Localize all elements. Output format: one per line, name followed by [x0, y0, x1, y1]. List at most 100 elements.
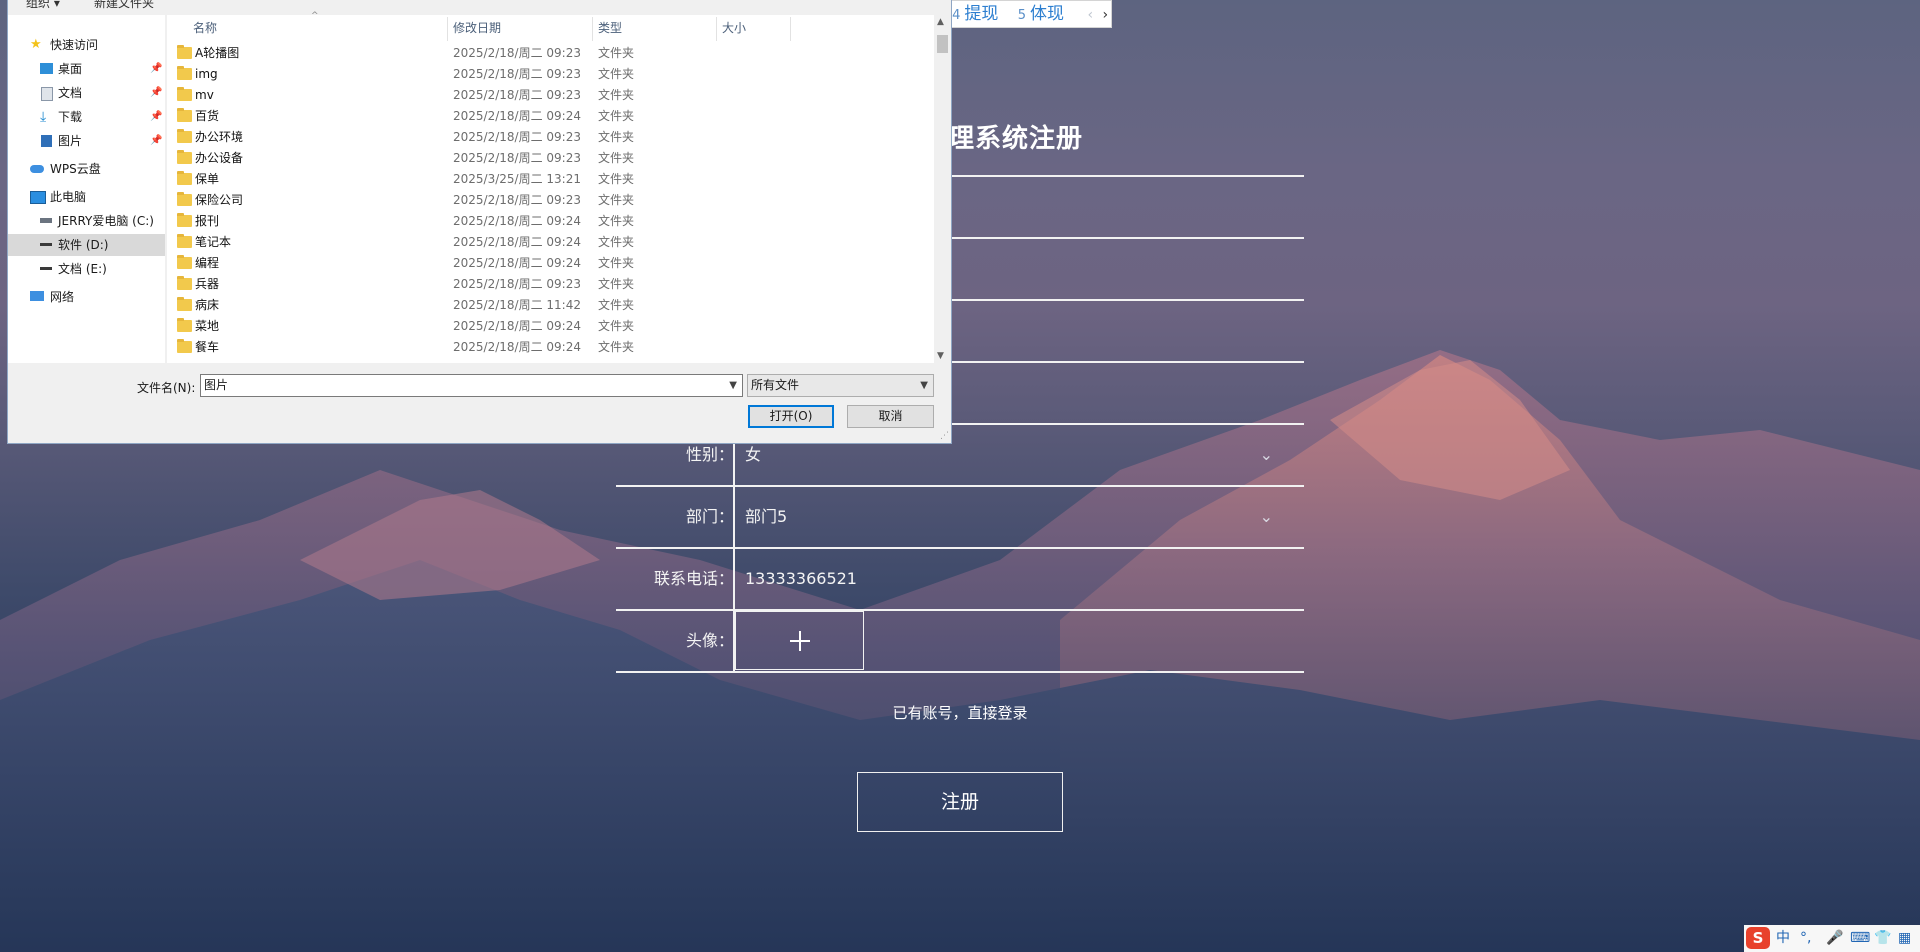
file-modified-date: 2025/2/18/周二 09:24 — [453, 235, 581, 249]
file-modified-date: 2025/2/18/周二 09:23 — [453, 67, 581, 81]
file-row[interactable]: 保单 2025/3/25/周二 13:21 文件夹 — [167, 169, 927, 190]
nav-network[interactable]: 网络 — [8, 286, 165, 308]
file-modified-date: 2025/2/18/周二 09:24 — [453, 340, 581, 354]
nav-wps-cloud[interactable]: WPS云盘 — [8, 158, 165, 180]
column-separator[interactable] — [790, 17, 791, 41]
column-header-type[interactable]: 类型 — [598, 15, 622, 41]
file-modified-date: 2025/2/18/周二 09:24 — [453, 256, 581, 270]
new-folder-button[interactable]: 新建文件夹 — [94, 0, 154, 11]
cloud-icon — [30, 165, 44, 173]
file-row[interactable]: 病床 2025/2/18/周二 11:42 文件夹 — [167, 295, 927, 316]
drive-icon — [40, 218, 52, 223]
chevron-down-icon[interactable]: ▼ — [729, 375, 737, 396]
microphone-icon[interactable]: 🎤 — [1826, 925, 1843, 952]
open-button[interactable]: 打开(O) — [748, 405, 834, 428]
resize-grip-icon[interactable]: ⋰ — [940, 431, 949, 441]
nav-quick-access[interactable]: ★ 快速访问 — [8, 34, 165, 56]
file-row[interactable]: 办公环境 2025/2/18/周二 09:23 文件夹 — [167, 127, 927, 148]
skin-icon[interactable]: 👕 — [1874, 925, 1891, 952]
file-row[interactable]: 笔记本 2025/2/18/周二 09:24 文件夹 — [167, 232, 927, 253]
scroll-down-icon[interactable]: ▼ — [937, 351, 944, 361]
department-select[interactable]: 部门5 ⌄ — [745, 487, 1285, 547]
phone-input[interactable]: 13333366521 — [745, 549, 1285, 609]
column-header-name[interactable]: 名称 — [193, 15, 217, 41]
nav-documents[interactable]: 文档 📌 — [8, 82, 165, 104]
network-icon — [30, 291, 44, 301]
nav-label: JERRY爱电脑 (C:) — [58, 214, 154, 228]
file-row[interactable]: mv 2025/2/18/周二 09:23 文件夹 — [167, 85, 927, 106]
ime-candidate[interactable]: 5 体现 — [1018, 1, 1064, 29]
filename-input[interactable]: 图片 ▼ — [200, 374, 743, 397]
column-separator[interactable] — [592, 17, 593, 41]
ime-candidate[interactable]: 4 提现 — [952, 1, 998, 29]
pin-icon: 📌 — [150, 111, 163, 122]
ime-prev-icon[interactable]: ‹ — [1087, 2, 1093, 28]
file-type-value: 所有文件 — [751, 378, 800, 392]
file-row[interactable]: 百货 2025/2/18/周二 09:24 文件夹 — [167, 106, 927, 127]
file-row[interactable]: A轮播图 2025/2/18/周二 09:23 文件夹 — [167, 43, 927, 64]
nav-this-pc[interactable]: 此电脑 — [8, 186, 165, 208]
file-name: 餐车 — [195, 340, 220, 354]
keyboard-icon[interactable]: ⌨ — [1850, 925, 1870, 952]
file-type: 文件夹 — [598, 298, 635, 312]
file-row[interactable]: 办公设备 2025/2/18/周二 09:23 文件夹 — [167, 148, 927, 169]
register-button[interactable]: 注册 — [857, 772, 1063, 832]
file-row[interactable]: 兵器 2025/2/18/周二 09:23 文件夹 — [167, 274, 927, 295]
file-modified-date: 2025/2/18/周二 09:23 — [453, 193, 581, 207]
nav-desktop[interactable]: 桌面 📌 — [8, 58, 165, 80]
column-header-modified[interactable]: 修改日期 — [453, 15, 501, 41]
ime-language-toggle[interactable]: 中 — [1776, 925, 1790, 952]
login-link[interactable]: 已有账号，直接登录 — [860, 702, 1060, 723]
nav-label: 此电脑 — [50, 190, 87, 204]
cancel-button[interactable]: 取消 — [847, 405, 934, 428]
folder-icon — [177, 129, 192, 143]
sogou-logo-icon[interactable]: S — [1746, 927, 1770, 949]
file-row[interactable]: img 2025/2/18/周二 09:23 文件夹 — [167, 64, 927, 85]
file-type: 文件夹 — [598, 109, 635, 123]
scroll-up-icon[interactable]: ▲ — [937, 17, 944, 27]
department-value: 部门5 — [745, 507, 788, 526]
chevron-down-icon: ▼ — [920, 380, 928, 391]
download-icon: ⤓ — [40, 109, 47, 125]
file-list: ^ 名称 修改日期 类型 大小 A轮播图 2025/2/18/周二 09:23 文件… — [167, 11, 939, 363]
file-row[interactable]: 报刊 2025/2/18/周二 09:24 文件夹 — [167, 211, 927, 232]
nav-drive-e[interactable]: 文档 (E:) — [8, 258, 165, 280]
nav-downloads[interactable]: ⤓ 下载 📌 — [8, 106, 165, 128]
folder-icon — [177, 276, 192, 290]
folder-icon — [177, 255, 192, 269]
file-type: 文件夹 — [598, 277, 635, 291]
folder-icon — [177, 192, 192, 206]
column-separator[interactable] — [716, 17, 717, 41]
vertical-scrollbar[interactable]: ▲ ▼ — [934, 15, 951, 363]
column-separator[interactable] — [447, 17, 448, 41]
form-divider — [616, 671, 1304, 673]
toolbox-icon[interactable]: ▦ — [1898, 925, 1911, 952]
ime-next-icon[interactable]: › — [1102, 2, 1108, 28]
file-modified-date: 2025/2/18/周二 09:23 — [453, 130, 581, 144]
pictures-icon — [41, 135, 52, 147]
file-type: 文件夹 — [598, 256, 635, 270]
computer-icon — [30, 191, 46, 204]
file-modified-date: 2025/3/25/周二 13:21 — [453, 172, 581, 186]
file-row[interactable]: 菜地 2025/2/18/周二 09:24 文件夹 — [167, 316, 927, 337]
file-row[interactable]: 餐车 2025/2/18/周二 09:24 文件夹 — [167, 337, 927, 358]
punctuation-toggle[interactable]: °, — [1800, 925, 1811, 952]
nav-label: 下载 — [58, 110, 83, 124]
file-name: A轮播图 — [195, 46, 240, 60]
plus-icon-stroke — [799, 631, 801, 651]
nav-drive-c[interactable]: JERRY爱电脑 (C:) — [8, 210, 165, 232]
nav-drive-d[interactable]: 软件 (D:) — [8, 234, 165, 256]
column-header-size[interactable]: 大小 — [722, 15, 746, 41]
avatar-upload-button[interactable] — [735, 611, 864, 670]
folder-icon — [177, 234, 192, 248]
file-name: img — [195, 67, 218, 81]
file-row[interactable]: 编程 2025/2/18/周二 09:24 文件夹 — [167, 253, 927, 274]
file-type-select[interactable]: 所有文件 ▼ — [747, 374, 934, 397]
nav-pictures[interactable]: 图片 📌 — [8, 130, 165, 152]
file-name: 笔记本 — [195, 235, 232, 249]
organize-menu[interactable]: 组织 ▾ — [26, 0, 60, 11]
file-type: 文件夹 — [598, 151, 635, 165]
star-icon: ★ — [30, 37, 42, 52]
scroll-thumb[interactable] — [937, 35, 948, 53]
file-row[interactable]: 保险公司 2025/2/18/周二 09:23 文件夹 — [167, 190, 927, 211]
